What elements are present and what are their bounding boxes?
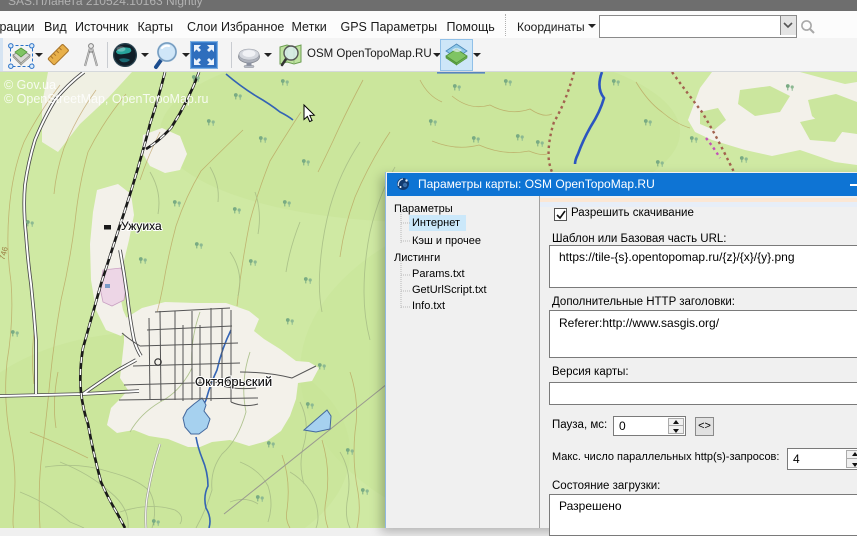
svg-text:Ужуиха: Ужуиха bbox=[121, 219, 162, 233]
svg-text:Октябрьский: Октябрьский bbox=[195, 374, 272, 389]
svg-text:© Gov.ua: © Gov.ua bbox=[4, 78, 56, 92]
svg-text:© OpenStreetMap, OpenTopoMap.r: © OpenStreetMap, OpenTopoMap.ru bbox=[4, 92, 209, 106]
